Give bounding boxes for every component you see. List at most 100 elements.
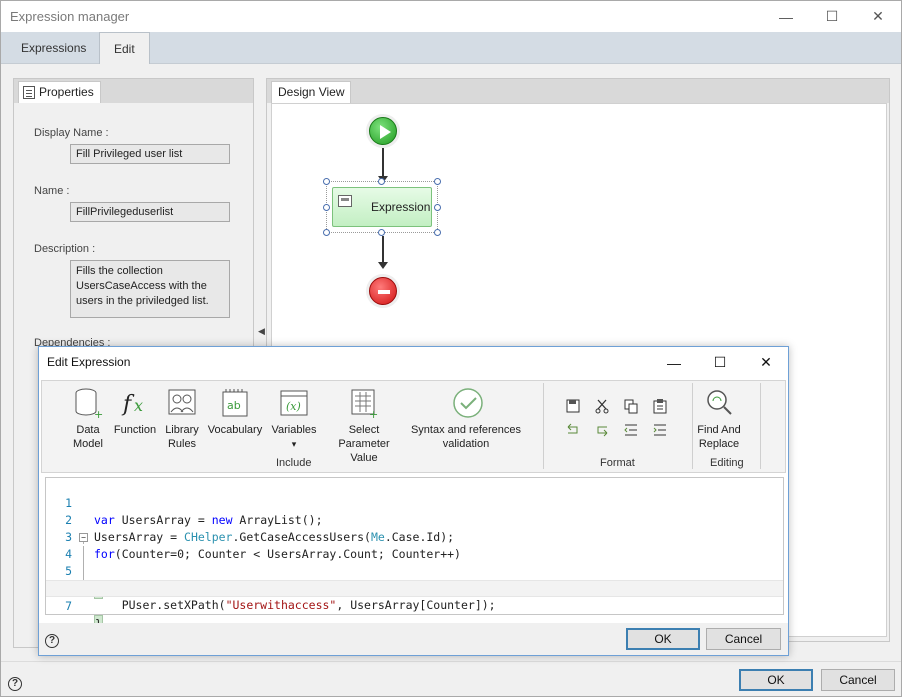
expression-node-icon <box>338 195 352 207</box>
stop-node[interactable] <box>366 274 400 308</box>
copy-icon[interactable] <box>623 398 639 414</box>
window-title: Expression manager <box>10 9 130 24</box>
dialog-maximize-button[interactable]: ☐ <box>697 347 743 378</box>
variables-label: Variables <box>271 424 317 436</box>
line-number: 7 <box>65 599 72 613</box>
resize-handle-w[interactable] <box>323 204 330 211</box>
cut-icon[interactable] <box>594 398 610 414</box>
data-model-label: Data <box>76 424 100 436</box>
start-node[interactable] <box>366 114 400 148</box>
properties-tab-label: Properties <box>39 85 94 99</box>
syntax-validation-label-2: validation <box>442 438 490 450</box>
fold-toggle-icon[interactable]: − <box>79 533 88 542</box>
expression-node[interactable]: Expression <box>332 187 432 227</box>
undo-icon[interactable] <box>565 422 581 438</box>
help-icon[interactable]: ? <box>8 677 22 691</box>
code-line-current[interactable]: 7 } <box>46 580 783 634</box>
cancel-button[interactable]: Cancel <box>821 669 895 691</box>
code-line[interactable]: 4 − { <box>46 529 783 599</box>
resize-handle-se[interactable] <box>434 229 441 236</box>
svg-text:ab: ab <box>227 399 241 412</box>
name-field[interactable]: FillPrivilegeduserlist <box>70 202 230 222</box>
resize-handle-s[interactable] <box>378 229 385 236</box>
function-button[interactable]: fx Function <box>112 387 158 437</box>
ribbon-separator <box>543 383 544 469</box>
collapse-arrow-icon[interactable]: ◀ <box>258 326 265 337</box>
vocabulary-button[interactable]: ab Vocabulary <box>206 387 264 437</box>
find-replace-button[interactable]: Find And Replace <box>694 387 744 451</box>
main-tabbar: Expressions Edit <box>1 32 901 65</box>
svg-text:f: f <box>121 392 135 417</box>
code-line[interactable]: 1 var UsersArray = new ArrayList(); <box>46 478 783 527</box>
properties-tab[interactable]: Properties <box>18 81 101 103</box>
maximize-icon: ☐ <box>713 354 727 370</box>
maximize-button[interactable]: ☐ <box>809 1 855 32</box>
dialog-help-icon[interactable]: ? <box>45 634 59 648</box>
close-button[interactable]: ✕ <box>855 1 901 32</box>
display-name-field[interactable]: Fill Privileged user list <box>70 144 230 164</box>
resize-handle-e[interactable] <box>434 204 441 211</box>
resize-handle-n[interactable] <box>378 178 385 185</box>
svg-text:+: + <box>94 408 103 419</box>
connector-expression-stop <box>382 236 384 264</box>
save-icon[interactable] <box>565 398 581 414</box>
dialog-minimize-button[interactable]: — <box>651 347 697 378</box>
code-editor[interactable]: 1 var UsersArray = new ArrayList(); 2 Us… <box>45 477 784 634</box>
minimize-icon: — <box>779 8 793 25</box>
ribbon-separator <box>760 383 761 469</box>
include-group-label: Include <box>276 457 312 469</box>
find-replace-icon <box>704 387 734 419</box>
code-line[interactable]: 2 UsersArray = CHelper.GetCaseAccessUser… <box>46 495 783 544</box>
maximize-icon: ☐ <box>825 8 839 24</box>
tab-expressions[interactable]: Expressions <box>7 32 100 64</box>
resize-handle-sw[interactable] <box>323 229 330 236</box>
vocabulary-icon: ab <box>220 387 250 419</box>
syntax-validation-label: Syntax and references <box>410 424 522 436</box>
close-icon: ✕ <box>872 8 884 24</box>
design-view-tab[interactable]: Design View <box>271 81 352 103</box>
select-parameter-value-button[interactable]: + Select Parameter Value <box>322 387 406 465</box>
vocabulary-label: Vocabulary <box>207 424 263 436</box>
library-rules-label: Library <box>165 424 199 436</box>
properties-panel-header: Properties <box>14 79 253 103</box>
ok-button[interactable]: OK <box>739 669 813 691</box>
dialog-ok-button[interactable]: OK <box>626 628 700 650</box>
display-name-label: Display Name : <box>34 127 109 139</box>
edit-expression-dialog: Edit Expression — ☐ ✕ + Data Model fx Fu… <box>38 346 789 656</box>
stop-icon <box>369 277 397 305</box>
function-label: Function <box>113 424 157 436</box>
library-rules-button[interactable]: Library Rules <box>162 387 202 451</box>
select-parameter-label-2: Value <box>350 452 378 464</box>
dialog-footer: ? OK Cancel <box>39 623 788 655</box>
code-line[interactable]: 6 PUser.setXPath("Userwithaccess", Users… <box>46 563 783 612</box>
library-rules-icon <box>167 387 197 419</box>
indent-icon[interactable] <box>652 422 668 438</box>
dialog-close-button[interactable]: ✕ <box>743 347 789 378</box>
description-label: Description : <box>34 243 96 255</box>
format-group-label: Format <box>600 457 635 469</box>
resize-handle-nw[interactable] <box>323 178 330 185</box>
name-label: Name : <box>34 185 70 197</box>
description-field[interactable]: Fills the collection UsersCaseAccess wit… <box>70 260 230 318</box>
properties-icon <box>23 86 35 99</box>
dialog-title: Edit Expression <box>47 355 131 369</box>
code-line[interactable]: 5 var PUser = Me.newCollectionItem("Purc… <box>46 546 783 595</box>
code-text: PUser.setXPath("Userwithaccess", UsersAr… <box>94 598 496 612</box>
dialog-cancel-button[interactable]: Cancel <box>706 628 781 650</box>
variables-dropdown-arrow[interactable]: ▾ <box>268 437 320 451</box>
find-replace-label: Find And <box>697 424 741 436</box>
code-line[interactable]: 3 for(Counter=0; Counter < UsersArray.Co… <box>46 512 783 561</box>
ribbon-separator <box>692 383 693 469</box>
tab-edit[interactable]: Edit <box>99 32 150 65</box>
outdent-icon[interactable] <box>623 422 639 438</box>
close-icon: ✕ <box>760 354 772 370</box>
resize-handle-ne[interactable] <box>434 178 441 185</box>
variables-button[interactable]: (x) Variables ▾ <box>268 387 320 451</box>
syntax-validation-button[interactable]: Syntax and references validation <box>410 387 522 451</box>
select-parameter-icon: + <box>349 387 379 421</box>
data-model-button[interactable]: + Data Model <box>68 387 108 451</box>
svg-text:x: x <box>134 396 143 415</box>
paste-icon[interactable] <box>652 398 668 414</box>
minimize-button[interactable]: — <box>763 1 809 32</box>
redo-icon[interactable] <box>594 422 610 438</box>
